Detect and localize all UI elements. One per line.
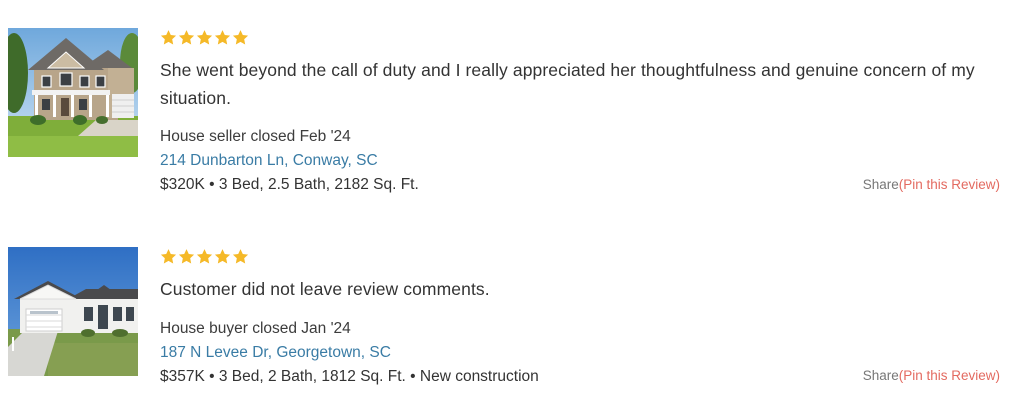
star-icon (178, 30, 195, 45)
star-icon (196, 30, 213, 45)
star-icon (196, 249, 213, 264)
pin-review-link[interactable]: (Pin this Review) (899, 177, 1000, 192)
review-comment: Customer did not leave review comments. (160, 279, 490, 299)
house-photo[interactable] (8, 247, 138, 376)
property-address-link[interactable]: 187 N Levee Dr, Georgetown, SC (160, 343, 391, 363)
star-icon (214, 249, 231, 264)
property-details: $320K • 3 Bed, 2.5 Bath, 2182 Sq. Ft. (160, 176, 419, 193)
star-icon (160, 30, 177, 45)
pin-review-link[interactable]: (Pin this Review) (899, 368, 1000, 383)
closed-status: House seller closed Feb '24 (160, 128, 351, 145)
star-icon (232, 30, 249, 45)
star-icon (178, 249, 195, 264)
review-actions: Share(Pin this Review) (863, 176, 1000, 194)
star-icon (214, 30, 231, 45)
house-photo[interactable] (8, 28, 138, 157)
star-rating (160, 29, 249, 49)
share-link[interactable]: Share (863, 368, 899, 383)
share-link[interactable]: Share (863, 177, 899, 192)
closed-status: House buyer closed Jan '24 (160, 320, 351, 337)
star-rating (160, 248, 249, 268)
property-address-link[interactable]: 214 Dunbarton Ln, Conway, SC (160, 151, 378, 171)
star-icon (160, 249, 177, 264)
property-details: $357K • 3 Bed, 2 Bath, 1812 Sq. Ft. • Ne… (160, 368, 539, 385)
review-actions: Share(Pin this Review) (863, 367, 1000, 385)
star-icon (232, 249, 249, 264)
review-comment: She went beyond the call of duty and I r… (160, 60, 975, 108)
